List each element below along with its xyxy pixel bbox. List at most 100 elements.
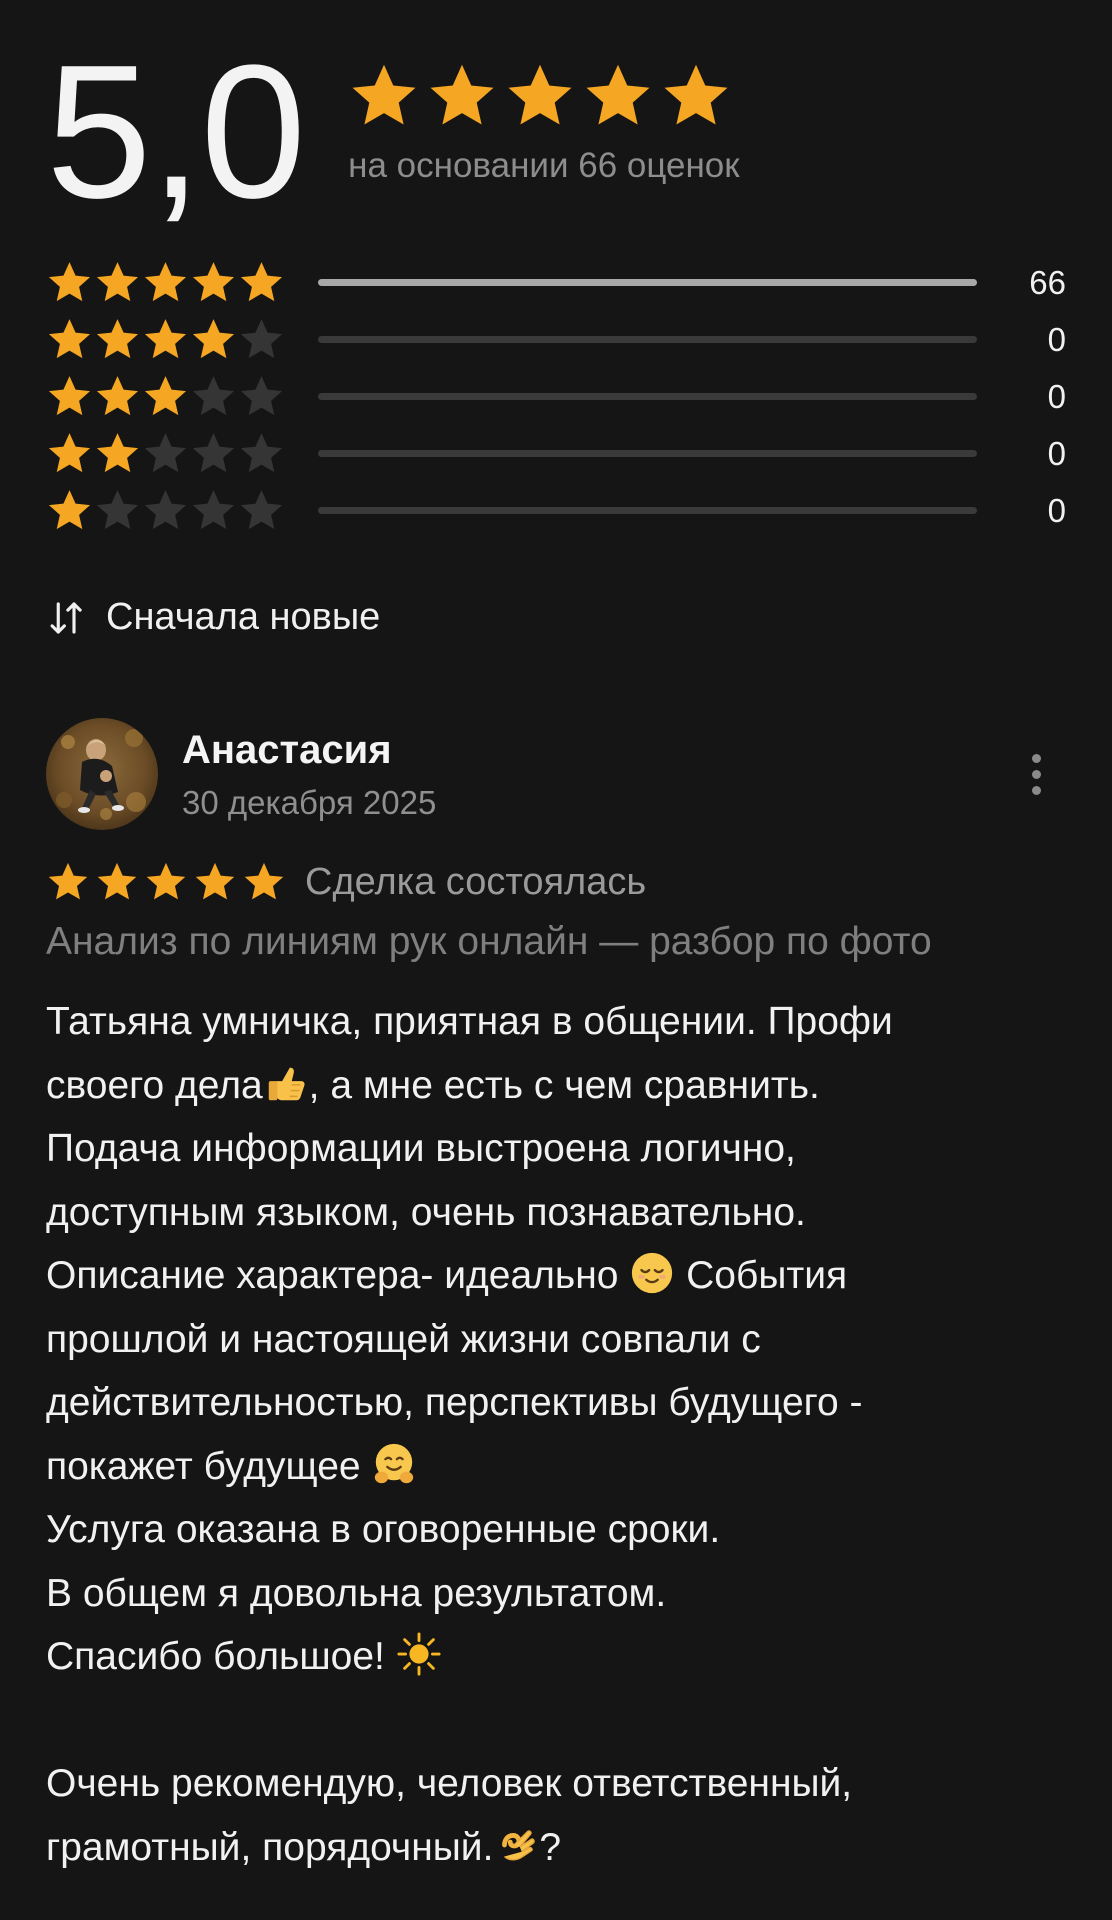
- review-text-line: действительностью, перспективы будущего …: [46, 1371, 1076, 1435]
- star-filled-icon: [94, 373, 141, 420]
- distribution-row-1[interactable]: 0: [46, 482, 1066, 539]
- star-filled-icon: [142, 316, 189, 363]
- star-filled-icon: [46, 860, 90, 904]
- ratings-count-text: на основании 66 оценок: [348, 146, 740, 185]
- distribution-bar-fill: [318, 279, 977, 286]
- paragraph-break: [46, 1689, 1076, 1753]
- review-service-title[interactable]: Анализ по линиям рук онлайн — разбор по …: [46, 920, 932, 964]
- review-text-segment: Татьяна умничка, приятная в общении. Про…: [46, 1000, 893, 1043]
- review-text-line: прошлой и настоящей жизни совпали с: [46, 1308, 1076, 1372]
- review-text-line: Услуга оказана в оговоренные сроки.: [46, 1498, 1076, 1562]
- review-text-segment: прошлой и настоящей жизни совпали с: [46, 1317, 761, 1361]
- review-text-segment: грамотный, порядочный.: [46, 1825, 494, 1869]
- star-empty-icon: [94, 487, 141, 534]
- review-text-segment: покажет будущее: [46, 1444, 372, 1488]
- star-filled-icon: [142, 373, 189, 420]
- star-filled-icon: [582, 60, 654, 132]
- review-text-segment: своего дела: [46, 1063, 263, 1107]
- review-text-line: В общем я довольна результатом.: [46, 1562, 1076, 1626]
- rating-distribution: 66 0 0 0 0: [46, 254, 1066, 539]
- distribution-row-2[interactable]: 0: [46, 425, 1066, 482]
- distribution-stars: [46, 316, 286, 363]
- avatar[interactable]: [46, 718, 158, 830]
- star-filled-icon: [95, 860, 139, 904]
- review-text-segment: , а мне есть с чем сравнить.: [308, 1063, 820, 1107]
- review-text-segment: действительностью, перспективы будущего …: [46, 1381, 863, 1424]
- distribution-stars: [46, 373, 286, 420]
- star-filled-icon: [504, 60, 576, 132]
- star-filled-icon: [46, 430, 93, 477]
- review-header: Анастасия 30 декабря 2025: [46, 718, 1046, 834]
- review-text-segment: Очень рекомендую, человек ответственный,: [46, 1762, 853, 1805]
- review-stars: [46, 860, 291, 904]
- star-empty-icon: [238, 430, 285, 477]
- rating-summary: 5,0 на основании 66 оценок: [46, 26, 740, 238]
- star-filled-icon: [46, 487, 93, 534]
- distribution-count: 0: [1047, 377, 1066, 415]
- star-filled-icon: [94, 316, 141, 363]
- sort-arrows-icon: [50, 601, 82, 634]
- review-text-line: своего дела , а мне есть с чем сравнить.: [46, 1054, 1076, 1118]
- distribution-stars: [46, 430, 286, 477]
- more-options-icon[interactable]: [1026, 754, 1046, 802]
- relieved-face-icon: [629, 1250, 675, 1296]
- star-filled-icon: [660, 60, 732, 132]
- distribution-stars: [46, 259, 286, 306]
- distribution-row-3[interactable]: 0: [46, 368, 1066, 425]
- distribution-row-4[interactable]: 0: [46, 311, 1066, 368]
- review-text-segment: Описание характера- идеально: [46, 1254, 630, 1297]
- distribution-count: 0: [1047, 320, 1066, 358]
- star-filled-icon: [190, 316, 237, 363]
- sun-icon: [396, 1631, 442, 1677]
- sort-button[interactable]: Сначала новые: [46, 596, 380, 639]
- review-text-segment: Услуга оказана в оговоренные сроки.: [46, 1508, 721, 1551]
- distribution-row-5[interactable]: 66: [46, 254, 1066, 311]
- ok-hand-icon: [493, 1822, 539, 1868]
- review-text-segment: В общем я довольна результатом.: [46, 1571, 667, 1615]
- star-empty-icon: [190, 487, 237, 534]
- distribution-count: 0: [1047, 491, 1066, 529]
- star-filled-icon: [46, 259, 93, 306]
- star-empty-icon: [238, 373, 285, 420]
- star-empty-icon: [190, 373, 237, 420]
- star-filled-icon: [242, 860, 286, 904]
- star-filled-icon: [190, 259, 237, 306]
- distribution-bar: [318, 336, 977, 343]
- review-text-line: покажет будущее: [46, 1435, 1076, 1499]
- star-filled-icon: [193, 860, 237, 904]
- star-filled-icon: [46, 316, 93, 363]
- review-text: Татьяна умничка, приятная в общении. Про…: [46, 990, 1076, 1879]
- star-filled-icon: [426, 60, 498, 132]
- review-text-line: доступным языком, очень познавательно.: [46, 1181, 1076, 1245]
- star-filled-icon: [144, 860, 188, 904]
- distribution-count: 0: [1047, 434, 1066, 472]
- star-empty-icon: [238, 316, 285, 363]
- review-date: 30 декабря 2025: [182, 784, 437, 821]
- distribution-bar: [318, 507, 977, 514]
- average-stars: [348, 60, 739, 132]
- rating-summary-side: на основании 66 оценок: [348, 60, 740, 186]
- review-text-line: Спасибо большое!: [46, 1625, 1076, 1689]
- star-empty-icon: [142, 430, 189, 477]
- review-text-line: Татьяна умничка, приятная в общении. Про…: [46, 990, 1076, 1054]
- distribution-bar: [318, 450, 977, 457]
- distribution-count: 66: [1029, 263, 1066, 301]
- review-text-line: Описание характера- идеально События: [46, 1244, 1076, 1308]
- star-filled-icon: [142, 259, 189, 306]
- distribution-bar: [318, 279, 977, 286]
- star-filled-icon: [238, 259, 285, 306]
- deal-status: Сделка состоялась: [305, 860, 647, 903]
- review-text-line: грамотный, порядочный.?: [46, 1816, 1076, 1880]
- review-text-segment: События: [675, 1254, 848, 1297]
- star-filled-icon: [46, 373, 93, 420]
- star-filled-icon: [94, 259, 141, 306]
- thumbs-up-icon: [263, 1060, 309, 1106]
- sort-label: Сначала новые: [106, 596, 381, 638]
- review-text-segment: Подача информации выстроена логично,: [46, 1127, 796, 1170]
- distribution-bar: [318, 393, 977, 400]
- review-text-line: Очень рекомендую, человек ответственный,: [46, 1752, 1076, 1816]
- hugging-face-icon: [371, 1441, 417, 1487]
- average-rating: 5,0: [46, 26, 306, 238]
- star-filled-icon: [94, 430, 141, 477]
- review-author[interactable]: Анастасия: [182, 728, 392, 773]
